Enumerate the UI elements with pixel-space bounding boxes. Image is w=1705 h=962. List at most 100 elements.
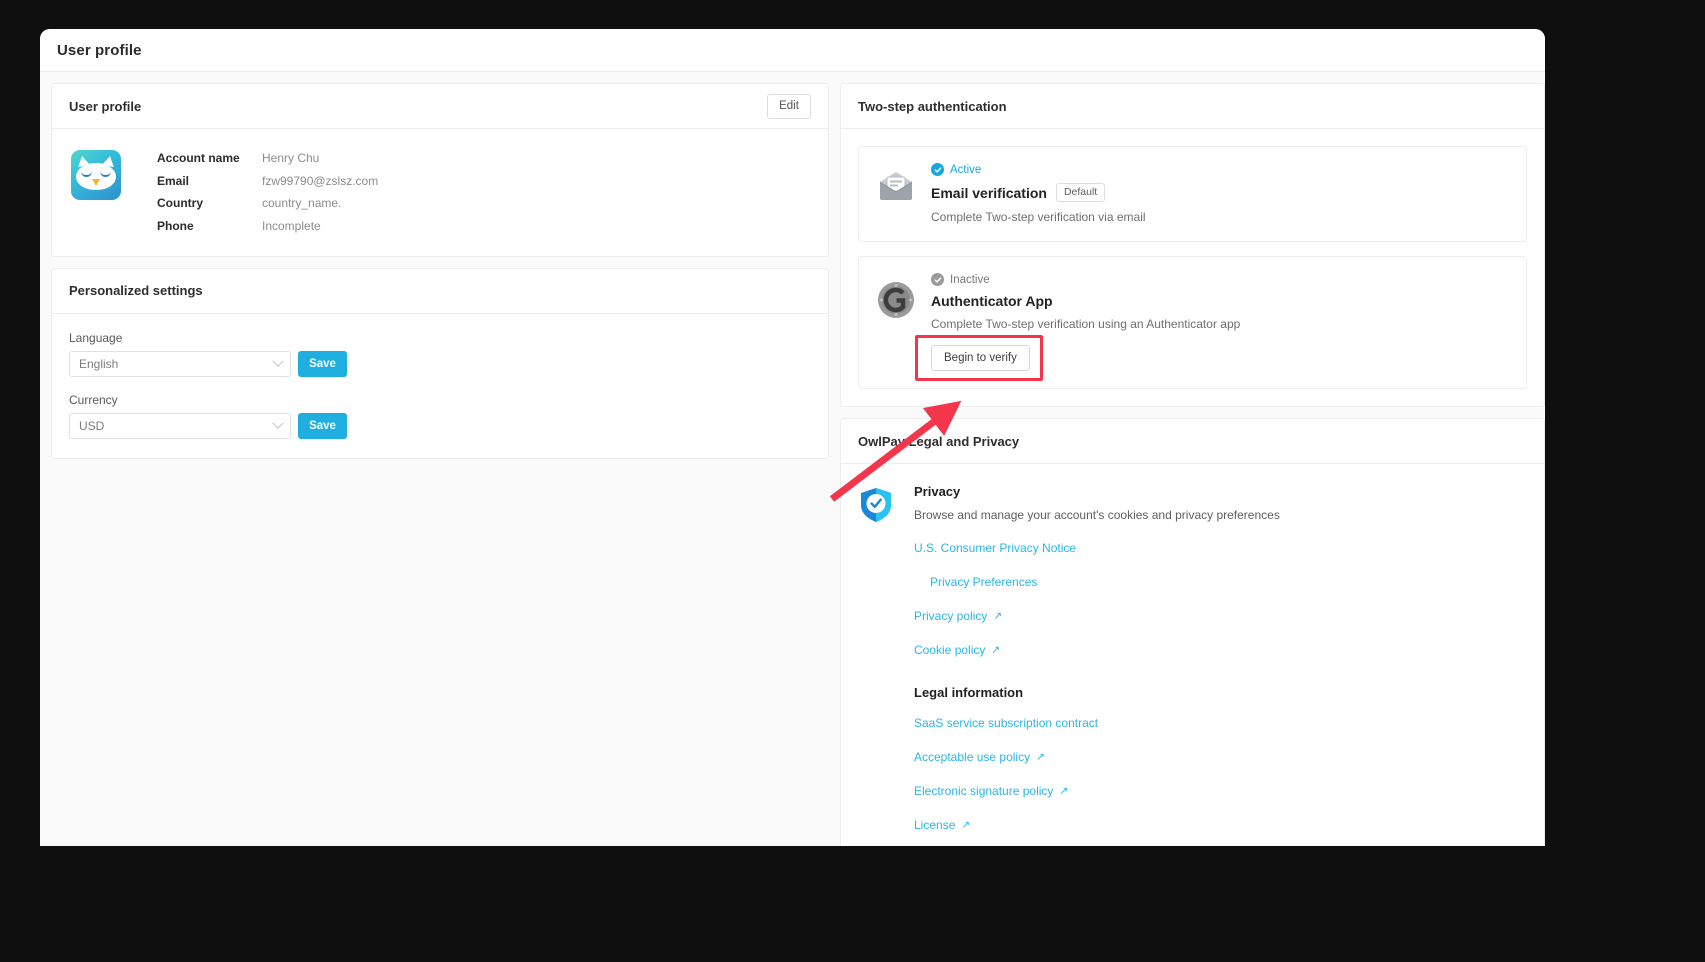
email-status-text: Active (950, 163, 982, 176)
auth-method-authenticator-app: Inactive Authenticator App Complete Two-… (858, 256, 1527, 389)
auth-method-authenticator-content: Inactive Authenticator App Complete Two-… (915, 273, 1508, 381)
profile-field-phone: Phone Incomplete (157, 219, 378, 233)
email-title-row: Email verification Default (931, 183, 1508, 202)
language-setting: Language English Save (69, 331, 811, 377)
authenticator-icon (877, 273, 917, 371)
language-label: Language (69, 330, 123, 345)
field-value: Henry Chu (262, 151, 320, 165)
link-privacy-policy[interactable]: Privacy policy ↗ (914, 609, 1002, 623)
link-cookie-policy[interactable]: Cookie policy ↗ (914, 643, 1000, 657)
link-label: Acceptable use policy (914, 750, 1031, 764)
currency-label: Currency (69, 392, 118, 407)
user-profile-card: User profile Edit Account name Henry Chu… (51, 83, 829, 257)
check-circle-icon (931, 163, 944, 176)
link-license[interactable]: License ↗ (914, 818, 970, 832)
privacy-link-row: Privacy Preferences (914, 573, 1527, 591)
profile-field-email: Email fzw99790@zslsz.com (157, 174, 378, 188)
link-acceptable-use-policy[interactable]: Acceptable use policy ↗ (914, 750, 1045, 764)
external-link-icon: ↗ (1059, 784, 1069, 797)
currency-select[interactable]: USD (69, 412, 291, 439)
user-profile-card-title: User profile (69, 98, 142, 114)
legal-privacy-title: OwlPay Legal and Privacy (858, 433, 1020, 449)
default-badge: Default (1055, 183, 1106, 202)
check-circle-icon (931, 273, 944, 286)
auth-method-email-content: Active Email verification Default Comple… (931, 163, 1508, 224)
shield-check-icon (858, 484, 900, 846)
authenticator-title-row: Authenticator App (931, 293, 1508, 309)
two-step-body: Active Email verification Default Comple… (841, 129, 1544, 406)
email-status-line: Active (931, 163, 1508, 176)
auth-method-email-verification: Active Email verification Default Comple… (858, 146, 1527, 242)
legal-privacy-body: Privacy Browse and manage your account's… (841, 464, 1544, 846)
authenticator-method-name: Authenticator App (931, 293, 1053, 309)
edit-button[interactable]: Edit (767, 93, 811, 119)
legal-information-heading: Legal information (914, 685, 1024, 700)
email-method-name: Email verification (931, 184, 1047, 201)
link-label: Privacy policy (914, 609, 988, 623)
link-label: Cookie policy (914, 643, 986, 657)
field-value: Incomplete (262, 218, 321, 233)
owl-avatar-icon (71, 150, 121, 200)
privacy-link-row: U.S. Consumer Privacy Notice (914, 539, 1527, 557)
language-control: English Save (69, 350, 811, 377)
link-electronic-signature-policy[interactable]: Electronic signature policy ↗ (914, 784, 1068, 798)
link-label: SaaS service subscription contract (914, 716, 1099, 730)
profile-fields: Account name Henry Chu Email fzw99790@zs… (157, 150, 378, 233)
personalized-settings-card: Personalized settings Language English S… (51, 267, 829, 459)
field-label: Account name (157, 151, 240, 165)
currency-setting: Currency USD Save (69, 393, 811, 439)
legal-privacy-header: OwlPay Legal and Privacy (841, 419, 1544, 464)
profile-field-account-name: Account name Henry Chu (157, 151, 378, 165)
two-step-header: Two-step authentication (841, 84, 1544, 129)
legal-link-row: License ↗ (914, 816, 1527, 834)
save-currency-button[interactable]: Save (298, 412, 347, 439)
two-step-authentication-card: Two-step authentication Active Email ver… (840, 83, 1545, 407)
privacy-link-row: Cookie policy ↗ (914, 641, 1527, 659)
legal-link-row: Electronic signature policy ↗ (914, 782, 1527, 800)
app-window: User profile User profile Edit Account n… (40, 29, 1545, 846)
field-value: country_name. (262, 196, 342, 210)
privacy-content: Privacy Browse and manage your account's… (914, 484, 1527, 846)
page-content: User profile Edit Account name Henry Chu… (40, 72, 1545, 846)
page-title: User profile (57, 41, 142, 59)
chevron-down-icon (272, 355, 284, 367)
right-column: Two-step authentication Active Email ver… (840, 83, 1545, 846)
field-label: Email (157, 173, 190, 188)
authenticator-status-text: Inactive (950, 273, 990, 286)
email-method-description: Complete Two-step verification via email (931, 210, 1146, 224)
link-privacy-preferences[interactable]: Privacy Preferences (930, 575, 1037, 589)
left-column: User profile Edit Account name Henry Chu… (51, 83, 829, 470)
link-label: Privacy Preferences (930, 575, 1038, 589)
begin-to-verify-wrapper: Begin to verify (915, 335, 1043, 381)
begin-to-verify-button[interactable]: Begin to verify (931, 345, 1030, 371)
field-value: fzw99790@zslsz.com (262, 173, 379, 188)
external-link-icon: ↗ (991, 643, 1001, 656)
save-language-button[interactable]: Save (298, 350, 347, 377)
chevron-down-icon (272, 417, 284, 429)
link-saas-service-subscription-contract[interactable]: SaaS service subscription contract (914, 716, 1098, 730)
link-label: U.S. Consumer Privacy Notice (914, 541, 1077, 555)
language-select-value: English (79, 356, 119, 371)
currency-control: USD Save (69, 412, 811, 439)
legal-link-row: SaaS service subscription contract (914, 714, 1527, 732)
authenticator-status-line: Inactive (931, 273, 1508, 286)
link-us-consumer-privacy-notice[interactable]: U.S. Consumer Privacy Notice (914, 541, 1076, 555)
two-step-title: Two-step authentication (858, 98, 1007, 114)
envelope-icon (877, 163, 917, 224)
personalized-settings-title: Personalized settings (69, 283, 203, 298)
language-select[interactable]: English (69, 350, 291, 377)
external-link-icon: ↗ (993, 609, 1003, 622)
user-profile-card-header: User profile Edit (52, 84, 828, 129)
profile-field-country: Country country_name. (157, 196, 378, 210)
legal-privacy-card: OwlPay Legal and Privacy Privacy Browse … (840, 418, 1545, 846)
field-label: Country (157, 196, 203, 210)
link-label: Electronic signature policy (914, 784, 1054, 798)
external-link-icon: ↗ (961, 818, 971, 831)
privacy-row: Privacy Browse and manage your account's… (858, 481, 1527, 846)
personalized-settings-header: Personalized settings (52, 269, 828, 314)
currency-select-value: USD (79, 418, 105, 433)
privacy-heading: Privacy (914, 484, 961, 499)
legal-link-row: Acceptable use policy ↗ (914, 748, 1527, 766)
user-profile-card-body: Account name Henry Chu Email fzw99790@zs… (52, 129, 828, 256)
authenticator-method-description: Complete Two-step verification using an … (931, 317, 1241, 331)
